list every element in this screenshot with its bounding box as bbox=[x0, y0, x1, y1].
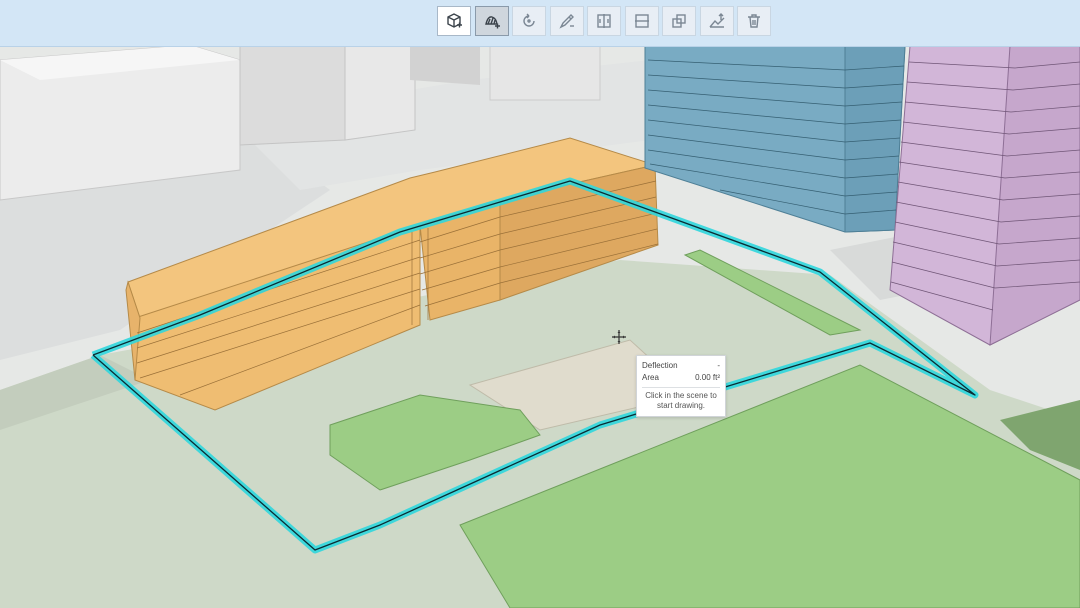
split-vertical-icon bbox=[597, 14, 611, 28]
building-white bbox=[344, 45, 416, 141]
drawing-tooltip: Deflection - Area 0.00 ft² Click in the … bbox=[636, 355, 726, 417]
building-white bbox=[489, 45, 601, 101]
trash-icon bbox=[748, 14, 760, 28]
sketch-toolbar bbox=[437, 6, 775, 40]
deflection-value: - bbox=[717, 361, 720, 370]
split-horizontal-icon bbox=[634, 14, 649, 28]
area-value: 0.00 ft² bbox=[695, 373, 720, 382]
map-scene[interactable] bbox=[0, 0, 1080, 608]
building-white bbox=[410, 46, 480, 85]
tooltip-hint-line2: start drawing. bbox=[656, 401, 706, 410]
area-row: Area 0.00 ft² bbox=[642, 372, 720, 384]
merge-button[interactable] bbox=[662, 6, 696, 36]
deflection-label: Deflection bbox=[642, 361, 678, 370]
cube-add-icon bbox=[447, 13, 462, 28]
building-blue-side bbox=[844, 45, 906, 233]
tooltip-hint-line1: Click in the scene to bbox=[645, 391, 717, 400]
split-vertical-button[interactable] bbox=[587, 6, 621, 36]
building-white bbox=[239, 45, 346, 146]
tooltip-divider bbox=[642, 387, 720, 388]
reshape-icon bbox=[558, 14, 574, 29]
delete-button[interactable] bbox=[737, 6, 771, 36]
merge-icon bbox=[672, 14, 686, 28]
cube-add-button[interactable] bbox=[437, 6, 471, 36]
rotate-button[interactable] bbox=[512, 6, 546, 36]
split-horizontal-button[interactable] bbox=[624, 6, 659, 36]
reshape-button[interactable] bbox=[549, 6, 584, 36]
crosshair-cursor-icon bbox=[612, 330, 626, 344]
polygon-extrude-button[interactable] bbox=[474, 6, 509, 36]
elevation-icon bbox=[708, 13, 724, 28]
elevation-button[interactable] bbox=[699, 6, 734, 36]
deflection-row: Deflection - bbox=[642, 360, 720, 372]
polygon-extrude-icon bbox=[484, 16, 500, 29]
rotate-icon bbox=[523, 13, 535, 27]
area-label: Area bbox=[642, 373, 659, 382]
